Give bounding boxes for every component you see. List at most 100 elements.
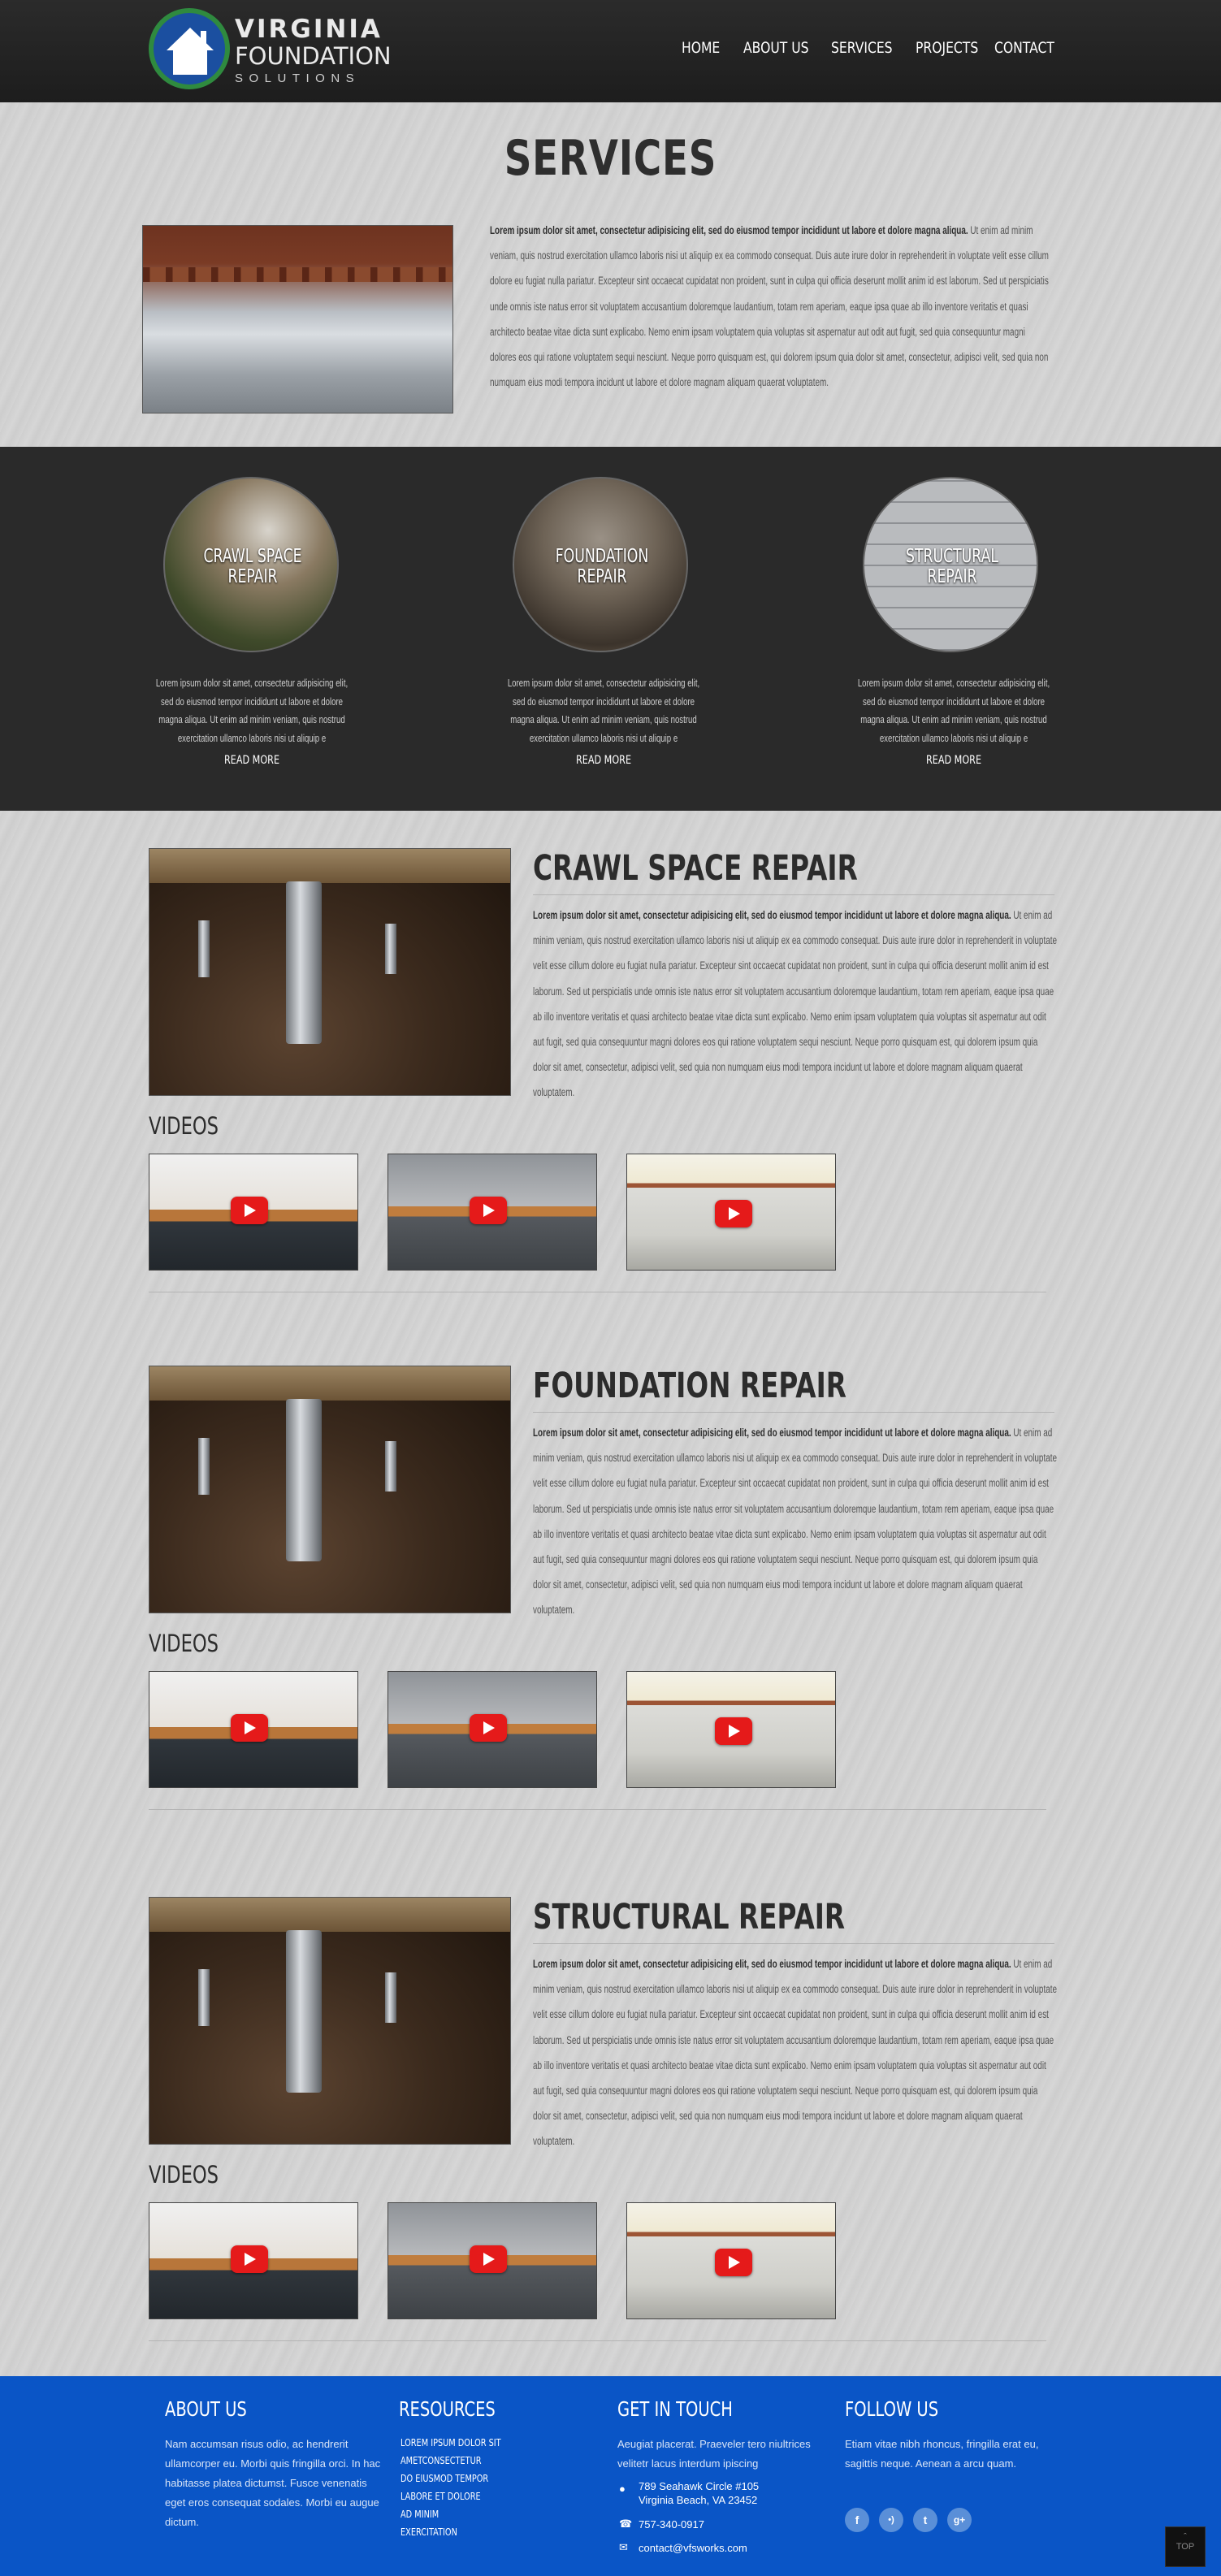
steel-pier [385,924,396,974]
video-thumbnail[interactable] [149,2202,358,2319]
services-band: CRAWL SPACE REPAIR FOUNDATION REPAIR STRUC… [0,447,1221,811]
read-more-link[interactable]: READ MORE [539,754,669,767]
top-label: TOP [1176,2542,1195,2552]
structural-circle[interactable]: STRUCTURAL REPAIR [863,477,1038,652]
section-structural: STRUCTURAL REPAIR Lorem ipsum dolor sit a… [0,1897,1221,2352]
footer-link[interactable]: DO EIUSMOD TEMPOR [401,2472,488,2484]
section-text: Lorem ipsum dolor sit amet, consectetur … [533,1420,1057,1623]
video-thumbnail[interactable] [626,1154,836,1271]
videos-heading: VIDEOS [149,1112,219,1140]
section-bottom-divider [149,2340,1046,2341]
floor-beam [149,1898,510,1932]
floor-beam [149,1366,510,1401]
section-body: Ut enim ad minim veniam, quis nostrud ex… [533,909,1057,1099]
videos-heading: VIDEOS [149,2161,219,2189]
section-crawl-space: CRAWL SPACE REPAIR Lorem ipsum dolor sit … [0,848,1221,1303]
play-icon [231,1197,268,1224]
section-title: CRAWL SPACE REPAIR [533,848,858,889]
footer-about-text: Nam accumsan risus odio, ac hendrerit ul… [165,2438,381,2528]
section-divider [533,894,1054,895]
nav-home[interactable]: HOME [682,39,720,62]
play-icon [470,1197,507,1224]
map-pin-icon: ● [619,2483,626,2495]
footer-email[interactable]: contact@vfsworks.com [639,2541,747,2555]
footer-phone[interactable]: 757-340-0917 [639,2518,704,2531]
facebook-icon[interactable]: f [845,2508,869,2532]
card-text: Lorem ipsum dolor sit amet, consectetur … [857,677,1050,744]
play-icon [231,1714,268,1742]
intro-lead: Lorem ipsum dolor sit amet, consectetur … [490,224,968,236]
phone-icon: ☎ [619,2518,633,2530]
logo-line2: FOUNDATION [235,42,392,70]
nav-services[interactable]: SERVICES [831,39,893,62]
footer-follow-text: Etiam vitae nibh rhoncus, fringilla erat… [845,2438,1039,2470]
page: VIRGINIA FOUNDATION SOLUTIONS HOME ABOUT… [0,0,1221,2576]
video-thumbnail[interactable] [149,1154,358,1271]
play-icon [470,2245,507,2273]
video-thumbnail[interactable] [149,1671,358,1788]
email-icon: ✉ [619,2541,628,2553]
section-lead: Lorem ipsum dolor sit amet, consectetur … [533,909,1011,921]
footer-link[interactable]: AD MINIM [401,2508,439,2520]
footer-link[interactable]: LOREM IPSUM DOLOR SIT [401,2436,501,2448]
video-thumbnail[interactable] [388,1154,597,1271]
nav-contact[interactable]: CONTACT [994,39,1054,62]
section-divider [533,1943,1054,1944]
site-footer: ABOUT US Nam accumsan risus odio, ac hen… [0,2376,1221,2576]
back-to-top-button[interactable]: ˆ TOP [1165,2526,1206,2567]
play-icon [715,1200,752,1227]
nav-about-us[interactable]: ABOUT US [743,39,809,62]
steel-pier [286,1930,322,2093]
section-foundation: FOUNDATION REPAIR Lorem ipsum dolor sit a… [0,1366,1221,1821]
play-icon [715,1717,752,1745]
pier-jack-photo [149,1366,511,1613]
circle-label: CRAWL SPACE REPAIR [203,546,302,587]
rss-icon[interactable]: •) [879,2508,903,2532]
foundation-circle[interactable]: FOUNDATION REPAIR [513,477,688,652]
circle-label: FOUNDATION REPAIR [555,546,649,587]
section-text: Lorem ipsum dolor sit amet, consectetur … [533,1951,1057,2154]
footer-link[interactable]: AMETCONSECTETUR [401,2454,482,2466]
crawl-space-photo [142,225,453,413]
video-thumbnail[interactable] [626,1671,836,1788]
footer-link[interactable]: LABORE ET DOLORE [401,2490,481,2502]
play-icon [231,2245,268,2273]
read-more-link[interactable]: READ MORE [187,754,317,767]
crawl-space-circle[interactable]: CRAWL SPACE REPAIR [163,477,339,652]
videos-heading: VIDEOS [149,1630,219,1657]
section-body: Ut enim ad minim veniam, quis nostrud ex… [533,1427,1057,1617]
steel-pier [385,1441,396,1491]
play-icon [470,1714,507,1742]
read-more-link[interactable]: READ MORE [889,754,1019,767]
section-title: STRUCTURAL REPAIR [533,1897,846,1937]
footer-contact-title: GET IN TOUCH [617,2397,733,2421]
footer-contact-text: Aeugiat placerat. Praeveler tero niultri… [617,2438,811,2470]
section-lead: Lorem ipsum dolor sit amet, consectetur … [533,1427,1011,1439]
nav-projects[interactable]: PROJECTS [916,39,978,62]
floor-beam [149,849,510,883]
circle-label: STRUCTURAL REPAIR [905,546,998,587]
footer-link[interactable]: EXERCITATION [401,2526,457,2538]
google-plus-icon[interactable]: g+ [947,2508,972,2532]
footer-address: 789 Seahawk Circle #105 Virginia Beach, V… [639,2480,760,2506]
footer-follow-title: FOLLOW US [845,2397,939,2421]
twitter-icon[interactable]: t [913,2508,937,2532]
logo-line3: SOLUTIONS [235,71,361,85]
section-title: FOUNDATION REPAIR [533,1366,846,1406]
pier-jack-photo [149,848,511,1096]
card-text: Lorem ipsum dolor sit amet, consectetur … [507,677,700,744]
house-icon [149,8,230,89]
section-bottom-divider [149,1809,1046,1810]
steel-pier [385,1972,396,2023]
section-text: Lorem ipsum dolor sit amet, consectetur … [533,903,1057,1106]
steel-pier [198,1438,210,1495]
video-thumbnail[interactable] [388,1671,597,1788]
logo[interactable]: VIRGINIA FOUNDATION SOLUTIONS [149,8,396,93]
steel-pier [198,1969,210,2026]
intro-body: Ut enim ad minim veniam, quis nostrud ex… [490,224,1049,389]
pier-jack-photo [149,1897,511,2145]
steel-pier [198,920,210,977]
site-header: VIRGINIA FOUNDATION SOLUTIONS HOME ABOUT… [0,0,1221,102]
video-thumbnail[interactable] [388,2202,597,2319]
video-thumbnail[interactable] [626,2202,836,2319]
